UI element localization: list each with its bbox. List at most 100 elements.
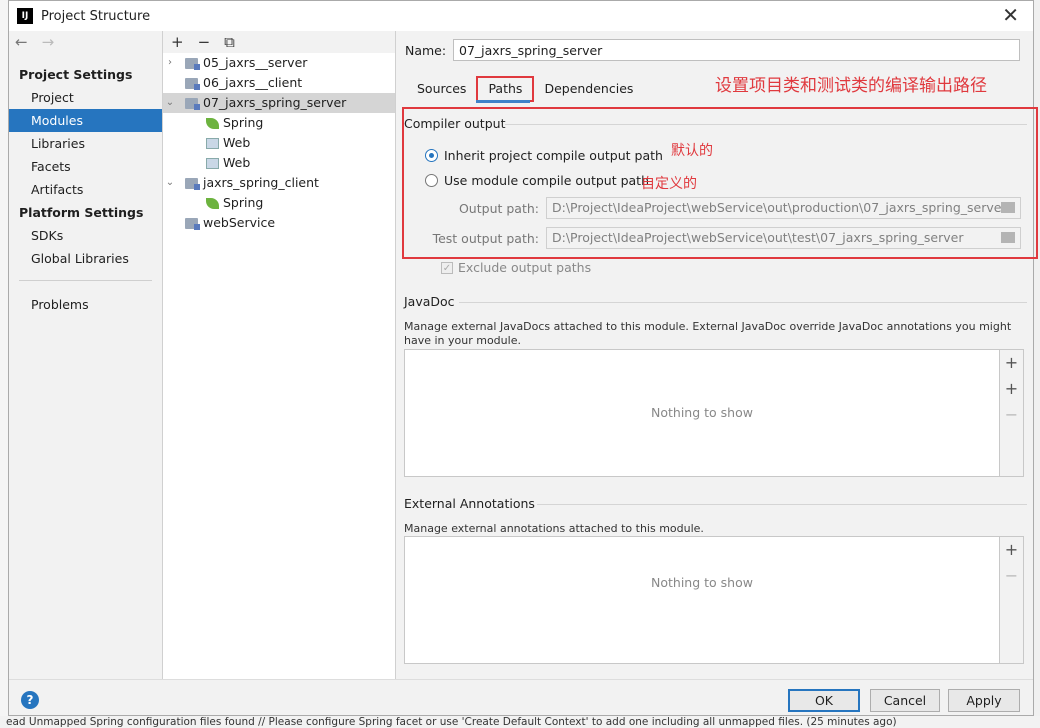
- tree-node-webservice[interactable]: webService: [163, 213, 395, 233]
- folder-browse-icon[interactable]: [1001, 202, 1015, 213]
- use-module-output-label: Use module compile output path: [444, 173, 650, 188]
- test-output-path-row: Test output path: D:\Project\IdeaProject…: [410, 227, 1021, 249]
- remove-icon[interactable]: −: [1000, 402, 1023, 428]
- tab-dependencies[interactable]: Dependencies: [534, 76, 643, 102]
- add-icon[interactable]: +: [171, 33, 184, 51]
- external-annotations-list[interactable]: Nothing to show: [404, 536, 1000, 664]
- spring-leaf-icon: [206, 118, 219, 129]
- nav-item-sdks[interactable]: SDKs: [9, 224, 162, 247]
- module-tabs: Sources Paths Dependencies: [407, 76, 643, 102]
- folder-browse-icon[interactable]: [1001, 232, 1015, 243]
- tree-node-label: 07_jaxrs_spring_server: [203, 95, 347, 110]
- use-module-output-radio[interactable]: Use module compile output path: [425, 173, 649, 188]
- tree-node-label: 05_jaxrs__server: [203, 55, 308, 70]
- output-path-field[interactable]: D:\Project\IdeaProject\webService\out\pr…: [546, 197, 1021, 219]
- module-folder-icon: [185, 98, 200, 110]
- title-bar: IJ Project Structure ✕: [9, 1, 1033, 31]
- back-arrow-icon[interactable]: ←: [15, 33, 28, 51]
- remove-icon[interactable]: −: [1000, 563, 1023, 589]
- tree-node-label: Web: [223, 135, 251, 150]
- apply-button[interactable]: Apply: [948, 689, 1020, 712]
- external-annotations-toolbar: + −: [1000, 536, 1024, 664]
- javadoc-title: JavaDoc: [404, 294, 455, 309]
- chevron-down-icon[interactable]: ⌄: [165, 93, 175, 113]
- nav-item-libraries[interactable]: Libraries: [9, 132, 162, 155]
- annotation-title: 设置项目类和测试类的编译输出路径: [715, 76, 987, 96]
- add-icon[interactable]: +: [1000, 350, 1023, 376]
- external-annotations-description: Manage external annotations attached to …: [404, 522, 704, 535]
- tree-node-label: Spring: [223, 115, 264, 130]
- tab-paths[interactable]: Paths: [476, 76, 535, 102]
- nav-item-modules[interactable]: Modules: [9, 109, 162, 132]
- close-icon[interactable]: ✕: [1002, 5, 1019, 25]
- exclude-output-checkbox[interactable]: ✓ Exclude output paths: [441, 260, 591, 275]
- module-folder-icon: [185, 218, 200, 230]
- tree-node-web-facet[interactable]: Web: [163, 153, 395, 173]
- module-settings-panel: Name: Sources Paths Dependencies 设置项目类和测…: [397, 31, 1038, 679]
- ok-button[interactable]: OK: [788, 689, 860, 712]
- active-tab-underline: [476, 100, 530, 103]
- section-divider: [459, 302, 1027, 303]
- window-title: Project Structure: [41, 8, 151, 24]
- tree-node-label: Web: [223, 155, 251, 170]
- output-path-value: D:\Project\IdeaProject\webService\out\pr…: [552, 200, 1007, 215]
- tree-node-spring-facet[interactable]: Spring: [163, 113, 395, 133]
- tree-node-07-jaxrs-spring-server[interactable]: ⌄ 07_jaxrs_spring_server: [163, 93, 395, 113]
- tree-node-06-jaxrs-client[interactable]: 06_jaxrs__client: [163, 73, 395, 93]
- checkbox-checked-icon: ✓: [441, 261, 453, 274]
- chevron-right-icon[interactable]: ›: [165, 53, 175, 73]
- add-url-icon[interactable]: +: [1000, 376, 1023, 402]
- copy-icon[interactable]: ⧉: [224, 33, 235, 51]
- javadoc-empty-text: Nothing to show: [651, 405, 753, 420]
- javadoc-toolbar: + + −: [1000, 349, 1024, 477]
- background-status-text: ead Unmapped Spring configuration files …: [0, 716, 1040, 728]
- external-annotations-title: External Annotations: [404, 496, 535, 511]
- module-folder-icon: [185, 178, 200, 190]
- module-name-row: Name:: [405, 39, 1020, 61]
- external-annotations-empty-text: Nothing to show: [651, 575, 753, 590]
- nav-item-project[interactable]: Project: [9, 86, 162, 109]
- add-icon[interactable]: +: [1000, 537, 1023, 563]
- javadoc-list[interactable]: Nothing to show: [404, 349, 1000, 477]
- module-folder-icon: [185, 58, 200, 70]
- remove-icon[interactable]: −: [198, 33, 211, 51]
- radio-unselected-icon: [425, 174, 438, 187]
- settings-nav: ← → Project Settings Project Modules Lib…: [9, 31, 162, 679]
- tree-node-label: jaxrs_spring_client: [203, 175, 319, 190]
- name-label: Name:: [405, 42, 447, 58]
- nav-item-problems[interactable]: Problems: [9, 293, 162, 316]
- module-tree: › 05_jaxrs__server 06_jaxrs__client ⌄ 07…: [163, 53, 395, 233]
- help-icon[interactable]: ?: [21, 691, 39, 709]
- forward-arrow-icon[interactable]: →: [42, 33, 55, 51]
- inherit-output-radio[interactable]: Inherit project compile output path: [425, 148, 663, 163]
- section-divider: [505, 124, 1027, 125]
- section-divider: [537, 504, 1027, 505]
- test-output-path-label: Test output path:: [432, 230, 539, 246]
- intellij-app-icon: IJ: [17, 8, 33, 24]
- compiler-output-title: Compiler output: [404, 116, 506, 131]
- tab-sources[interactable]: Sources: [407, 76, 476, 102]
- nav-item-artifacts[interactable]: Artifacts: [9, 178, 162, 201]
- tree-node-spring-facet[interactable]: Spring: [163, 193, 395, 213]
- cancel-button[interactable]: Cancel: [870, 689, 940, 712]
- tree-node-web-facet[interactable]: Web: [163, 133, 395, 153]
- module-folder-icon: [185, 78, 200, 90]
- tree-node-label: 06_jaxrs__client: [203, 75, 303, 90]
- tree-toolbar: + − ⧉: [163, 31, 395, 53]
- output-path-row: Output path: D:\Project\IdeaProject\webS…: [410, 197, 1021, 219]
- module-tree-panel: + − ⧉ › 05_jaxrs__server 06_jaxrs__clien…: [162, 31, 396, 679]
- nav-item-facets[interactable]: Facets: [9, 155, 162, 178]
- web-facet-icon: [206, 138, 219, 149]
- module-name-input[interactable]: [453, 39, 1020, 61]
- output-path-label: Output path:: [458, 200, 539, 216]
- tree-node-label: webService: [203, 215, 276, 230]
- javadoc-description: Manage external JavaDocs attached to thi…: [404, 320, 1012, 347]
- test-output-path-field[interactable]: D:\Project\IdeaProject\webService\out\te…: [546, 227, 1021, 249]
- nav-item-global-libraries[interactable]: Global Libraries: [9, 247, 162, 270]
- chevron-down-icon[interactable]: ⌄: [165, 173, 175, 193]
- exclude-output-label: Exclude output paths: [458, 260, 592, 275]
- tree-node-jaxrs-spring-client[interactable]: ⌄ jaxrs_spring_client: [163, 173, 395, 193]
- tree-node-05-jaxrs-server[interactable]: › 05_jaxrs__server: [163, 53, 395, 73]
- inherit-output-label: Inherit project compile output path: [444, 148, 663, 163]
- annotation-default: 默认的: [671, 143, 713, 159]
